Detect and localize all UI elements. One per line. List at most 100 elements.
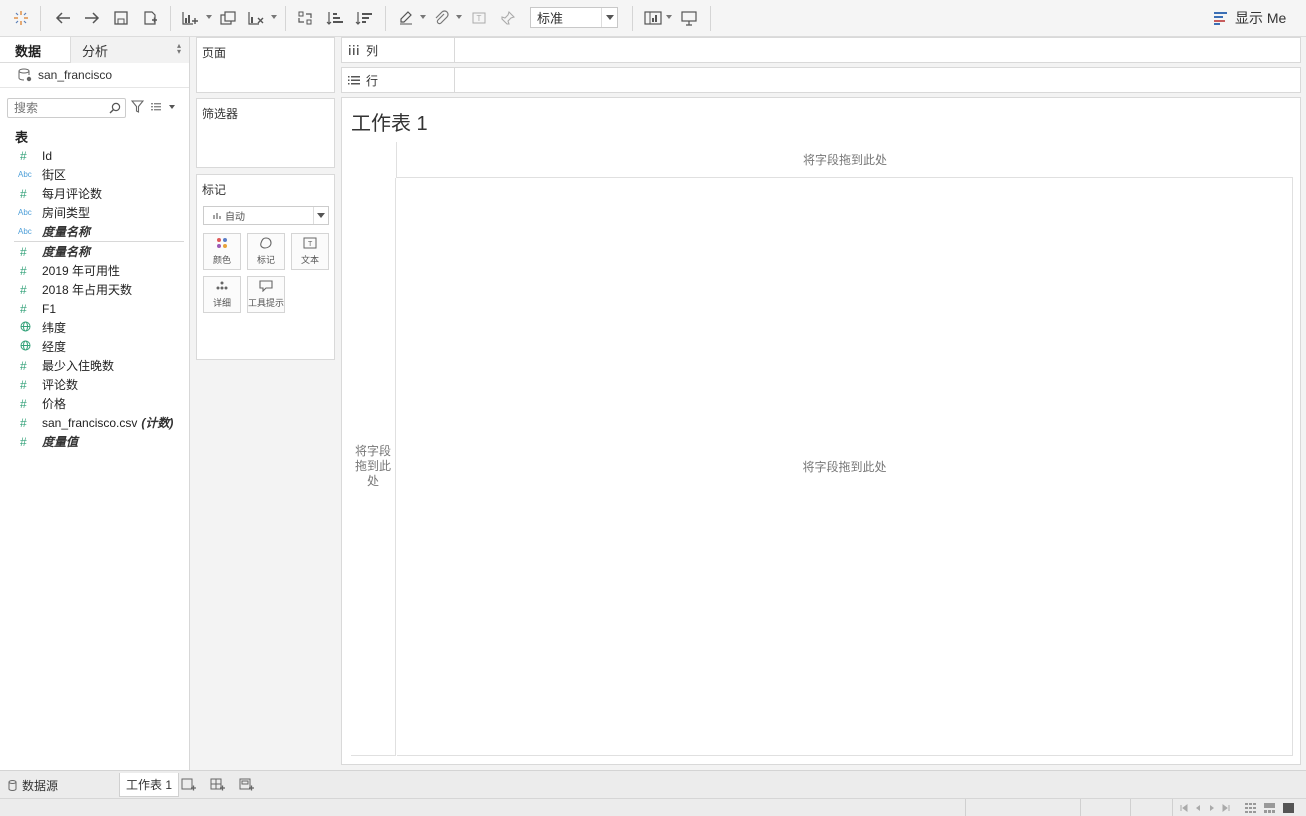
sheet-title[interactable]: 工作表 1 xyxy=(351,107,428,136)
show-hide-cards-icon[interactable] xyxy=(642,7,664,29)
detail-button[interactable]: 详细 xyxy=(203,276,241,313)
field-item[interactable]: # san_francisco.csv (计数) xyxy=(0,413,190,432)
show-me-button[interactable]: 显示 Me xyxy=(1213,8,1286,28)
previous-sheet-icon[interactable] xyxy=(1192,802,1204,814)
datasource-tab-icon xyxy=(8,779,17,791)
rows-shelf[interactable]: 行 xyxy=(341,67,1301,93)
mark-type-select[interactable]: 自动 xyxy=(203,206,329,225)
status-bar xyxy=(0,798,1306,816)
tableau-logo-icon[interactable] xyxy=(10,7,32,29)
field-item[interactable]: Abc 度量名称 xyxy=(0,222,190,241)
search-field[interactable] xyxy=(7,98,126,118)
search-input[interactable] xyxy=(14,101,104,115)
tab-analytics-label: 分析 xyxy=(82,43,109,59)
caret-down-icon[interactable] xyxy=(666,15,672,19)
grid-view-icon[interactable] xyxy=(1244,802,1256,814)
sheet-tab-worksheet-1[interactable]: 工作表 1 xyxy=(119,773,180,797)
size-button[interactable]: 标记 xyxy=(247,233,285,270)
highlight-icon[interactable] xyxy=(395,7,417,29)
fit-select[interactable]: 标准 xyxy=(530,7,618,28)
search-icon[interactable] xyxy=(109,102,121,117)
swap-rows-columns-icon[interactable] xyxy=(295,7,317,29)
save-icon[interactable] xyxy=(110,7,132,29)
tooltip-button[interactable]: 工具提示 xyxy=(247,276,285,313)
last-sheet-icon[interactable] xyxy=(1220,802,1232,814)
divider xyxy=(710,6,711,31)
chevron-down-icon[interactable] xyxy=(313,207,328,224)
row-drop-zone[interactable]: 将字段拖到此处 xyxy=(351,178,396,756)
sort-descending-icon[interactable] xyxy=(353,7,375,29)
chevron-down-icon[interactable] xyxy=(601,8,617,27)
tabs-view-icon[interactable] xyxy=(1282,802,1294,814)
pages-card[interactable]: 页面 xyxy=(196,37,335,93)
tab-analytics[interactable]: 分析 ▴ ▾ xyxy=(71,37,189,63)
caret-down-icon[interactable] xyxy=(420,15,426,19)
mark-type-value: 自动 xyxy=(204,208,313,223)
clear-sheet-icon[interactable] xyxy=(245,7,267,29)
pages-card-title: 页面 xyxy=(202,46,227,60)
caret-down-icon[interactable] xyxy=(206,15,212,19)
field-item[interactable]: 纬度 xyxy=(0,318,190,337)
pane-tabs: 数据 分析 ▴ ▾ xyxy=(0,37,189,63)
color-button[interactable]: 颜色 xyxy=(203,233,241,270)
tooltip-button-label: 工具提示 xyxy=(248,298,285,308)
field-item[interactable]: 经度 xyxy=(0,337,190,356)
datasource-tab[interactable]: 数据源 xyxy=(8,773,58,797)
presentation-mode-icon[interactable] xyxy=(678,7,700,29)
field-item[interactable]: #2018 年占用天数 xyxy=(0,280,190,299)
field-item[interactable]: # 最少入住晚数 xyxy=(0,356,190,375)
divider xyxy=(632,6,633,31)
field-item[interactable]: # 度量名称 xyxy=(0,242,190,261)
field-label: 纬度 xyxy=(42,321,67,335)
new-dashboard-tab-icon[interactable] xyxy=(208,776,228,794)
filter-icon[interactable] xyxy=(130,100,145,116)
columns-shelf[interactable]: 列 xyxy=(341,37,1301,63)
pin-icon[interactable] xyxy=(497,7,519,29)
redo-icon[interactable] xyxy=(81,7,103,29)
measure-hash-icon: # xyxy=(20,377,27,392)
field-item[interactable]: # 评论数 xyxy=(0,375,190,394)
annotate-clip-icon[interactable] xyxy=(430,7,452,29)
undo-icon[interactable] xyxy=(52,7,74,29)
field-label: 2019 年可用性 xyxy=(42,264,121,278)
field-item[interactable]: Abc 房间类型 xyxy=(0,203,190,222)
caret-down-icon[interactable] xyxy=(271,15,277,19)
caret-down-icon[interactable] xyxy=(456,15,462,19)
view-list-icon[interactable] xyxy=(150,101,176,116)
divider xyxy=(965,799,966,816)
new-story-tab-icon[interactable] xyxy=(237,776,257,794)
first-sheet-icon[interactable] xyxy=(1178,802,1190,814)
filmstrip-view-icon[interactable] xyxy=(1263,802,1275,814)
filters-card[interactable]: 筛选器 xyxy=(196,98,335,168)
show-labels-icon[interactable]: T xyxy=(468,7,490,29)
rows-shelf-header: 行 xyxy=(342,68,455,92)
text-button[interactable]: T 文本 xyxy=(291,233,329,270)
show-me-label: 显示 Me xyxy=(1235,10,1287,26)
field-item[interactable]: # 度量值 xyxy=(0,432,190,451)
datasource-item[interactable]: san_francisco xyxy=(0,63,189,88)
field-item[interactable]: # 价格 xyxy=(0,394,190,413)
divider xyxy=(170,6,171,31)
columns-icon xyxy=(349,45,359,55)
field-item[interactable]: #2019 年可用性 xyxy=(0,261,190,280)
next-sheet-icon[interactable] xyxy=(1206,802,1218,814)
view-drop-zone[interactable]: 将字段拖到此处 xyxy=(397,178,1293,756)
field-item[interactable]: # Id xyxy=(0,146,190,165)
duplicate-sheet-icon[interactable] xyxy=(217,7,239,29)
new-worksheet-icon[interactable] xyxy=(179,7,201,29)
field-item[interactable]: Abc 街区 xyxy=(0,165,190,184)
collapse-arrows-icon[interactable]: ▴ ▾ xyxy=(177,42,181,56)
new-datasource-icon[interactable] xyxy=(139,7,161,29)
divider xyxy=(285,6,286,31)
new-worksheet-tab-icon[interactable] xyxy=(179,776,199,794)
measure-hash-icon: # xyxy=(20,396,27,411)
field-item[interactable]: # 每月评论数 xyxy=(0,184,190,203)
column-drop-zone[interactable]: 将字段拖到此处 xyxy=(396,142,1293,178)
measure-hash-icon: # xyxy=(20,263,27,278)
field-label: 街区 xyxy=(42,168,67,182)
sort-ascending-icon[interactable] xyxy=(324,7,346,29)
detail-icon xyxy=(216,281,228,290)
field-item[interactable]: # F1 xyxy=(0,299,190,318)
tab-data[interactable]: 数据 xyxy=(0,37,71,63)
sheet-tab-label: 工作表 1 xyxy=(126,778,173,792)
